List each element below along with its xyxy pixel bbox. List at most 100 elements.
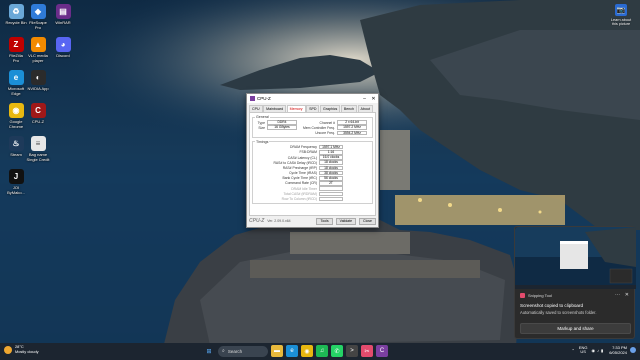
desktop-icon[interactable]: ◐ NVIDIA App	[22, 70, 54, 92]
timing-value	[319, 196, 343, 202]
network-volume-battery-icons[interactable]: ◉♪▮	[592, 348, 606, 353]
terminal-icon[interactable]: >	[346, 345, 358, 357]
tab-mainboard[interactable]: Mainboard	[263, 105, 287, 112]
desktop-icon-label: FileScape Pro	[29, 20, 47, 30]
filescape-icon: ◆	[30, 4, 46, 19]
tab-memory[interactable]: Memory	[286, 105, 306, 112]
timing-value	[319, 186, 343, 191]
close-icon[interactable]: ✕	[369, 96, 378, 102]
desktop-icon[interactable]: J JOI ByMako...	[0, 169, 32, 195]
snipping-tool-icon	[520, 293, 525, 298]
joi-icon: J	[8, 169, 24, 184]
chrome-icon[interactable]: ◉	[301, 345, 313, 357]
learn-about-picture[interactable]: 📷 Learn about this picture	[604, 4, 638, 26]
learn-picture-label: Learn about this picture	[610, 18, 632, 26]
notification-body: Automatically saved to screenshots folde…	[520, 310, 597, 315]
uncore-label: Uncore Freq.	[315, 130, 335, 135]
whatsapp-icon[interactable]: ✆	[331, 345, 343, 357]
clock[interactable]: 7:33 PM 6/05/2024	[609, 345, 627, 355]
search-box[interactable]: ⌕ Search	[218, 345, 268, 357]
desktop-icon[interactable]: C CPU-Z	[22, 103, 54, 125]
tab-graphics[interactable]: Graphics	[319, 105, 341, 112]
desktop-icon-label: WinRAR	[55, 20, 71, 25]
mem-controller-label: Mem Controller Freq.	[302, 125, 335, 130]
timing-label: DRAM Frequency	[290, 145, 317, 150]
notification-bell-icon[interactable]	[630, 347, 636, 353]
desktop-icon-label: JOI ByMako...	[7, 185, 25, 195]
timings-group: Timings DRAM Frequency 1597.1 MHz FSB:DRAM…	[252, 139, 373, 204]
timing-label: FSB:DRAM	[299, 150, 317, 155]
spotify-icon[interactable]: ♫	[316, 345, 328, 357]
edge-icon[interactable]: e	[286, 345, 298, 357]
timing-value: 2T	[319, 181, 343, 186]
cpuz-version: Ver. 2.09.0.x64	[267, 219, 291, 223]
chevron-up-icon[interactable]: ⌃	[571, 348, 574, 353]
desktop-icon-label: Google Chrome	[8, 119, 24, 129]
timing-row: Row To Column (tRCD)	[255, 196, 370, 202]
tab-cpu[interactable]: CPU	[249, 105, 263, 112]
clock-date: 6/05/2024	[609, 350, 627, 355]
timing-label: RAS# to CAS# Delay (tRCD)	[273, 160, 317, 165]
general-group: General Type DDR4 Channel # 2 x 64-bit S…	[252, 115, 373, 138]
notification-close-icon[interactable]: ✕	[625, 292, 629, 298]
validate-button[interactable]: Validate	[335, 217, 357, 225]
timing-label: DRAM Idle Timer	[291, 186, 317, 191]
weather-desc: Mostly cloudy	[15, 348, 39, 354]
desktop-icon[interactable]: ▤ WinRAR	[47, 4, 79, 26]
start-icon[interactable]: ⊞	[203, 345, 215, 357]
cpuz-icon[interactable]: C	[376, 345, 388, 357]
more-options-icon[interactable]: ···	[615, 292, 620, 298]
size-value: 16 GBytes	[267, 125, 297, 131]
timings-legend: Timings	[256, 139, 269, 144]
desktop-icon-label: FileZilla Pro	[9, 53, 23, 63]
desktop-icon-label: Discord	[56, 53, 70, 58]
desktop-icon[interactable]: ≡ Bag name Single Credit	[22, 136, 54, 162]
general-legend: General	[256, 115, 269, 119]
type-value: DDR4	[267, 120, 297, 125]
timing-label: Row To Column (tRCD)	[281, 197, 317, 202]
type-label: Type	[257, 120, 265, 125]
timing-value: 1:16	[319, 150, 343, 155]
notification-app-name: Snipping Tool	[528, 293, 552, 298]
snipping-notification[interactable]: Snipping Tool ··· ✕ Screenshot copied to…	[514, 226, 636, 339]
vlc-icon: ▲	[30, 37, 46, 52]
close-button[interactable]: Close	[359, 217, 376, 225]
size-label: Size	[258, 125, 265, 130]
channel-value: 2 x 64-bit	[337, 120, 367, 125]
desktop-icon-label: Steam	[10, 152, 22, 157]
language-indicator[interactable]: ENG US	[579, 345, 588, 355]
timing-value: 56 clocks	[319, 175, 343, 181]
timing-value: 38 clocks	[319, 170, 343, 176]
cpuz-titlebar[interactable]: CPU-Z – ✕	[247, 94, 378, 103]
timing-label: RAS# Precharge (tRP)	[282, 165, 317, 170]
timing-value: 16.0 clocks	[319, 155, 343, 160]
timing-label: Command Rate (CR)	[285, 181, 317, 186]
winrar-icon: ▤	[55, 4, 71, 19]
cpuz-memory-panel: General Type DDR4 Channel # 2 x 64-bit S…	[249, 112, 376, 216]
desktop-icon-label: CPU-Z	[31, 119, 45, 124]
cpuz-icon: C	[30, 103, 46, 118]
timing-label: Total CAS# (tRDRAM)	[283, 191, 317, 196]
desktop-icon-label: Bag name Single Credit	[26, 152, 50, 162]
timing-value: 1597.1 MHz	[319, 144, 343, 150]
desktop-icon[interactable]: ◕ Discord	[47, 37, 79, 59]
timing-label: CAS# Latency (CL)	[287, 155, 317, 160]
tools-button[interactable]: Tools	[316, 217, 333, 225]
tab-about[interactable]: About	[357, 105, 373, 112]
minimize-icon[interactable]: –	[360, 96, 369, 102]
uncore-value: 3594.2 MHz	[337, 130, 367, 136]
screenshot-preview[interactable]	[515, 227, 636, 289]
tab-bench[interactable]: Bench	[340, 105, 358, 112]
snipping-tool-icon[interactable]: ✂	[361, 345, 373, 357]
taskbar: 28°C Mostly cloudy ⊞ ⌕ Search ▬ e ◉ ♫ ✆ > ✂ C ⌃…	[0, 343, 640, 360]
markup-share-button[interactable]: Markup and share	[520, 323, 631, 334]
timing-value: 18 clocks	[319, 165, 343, 171]
timing-label: Bank Cycle Time (tRC)	[282, 176, 317, 181]
weather-widget[interactable]: 28°C Mostly cloudy	[4, 344, 39, 354]
desktop-icon-label: NVIDIA App	[27, 86, 49, 91]
tab-spd[interactable]: SPD	[306, 105, 320, 112]
timing-value	[319, 191, 343, 197]
search-icon: ⌕	[222, 348, 225, 354]
notification-title: Screenshot copied to clipboard	[520, 303, 584, 308]
file-explorer-icon[interactable]: ▬	[271, 345, 283, 357]
